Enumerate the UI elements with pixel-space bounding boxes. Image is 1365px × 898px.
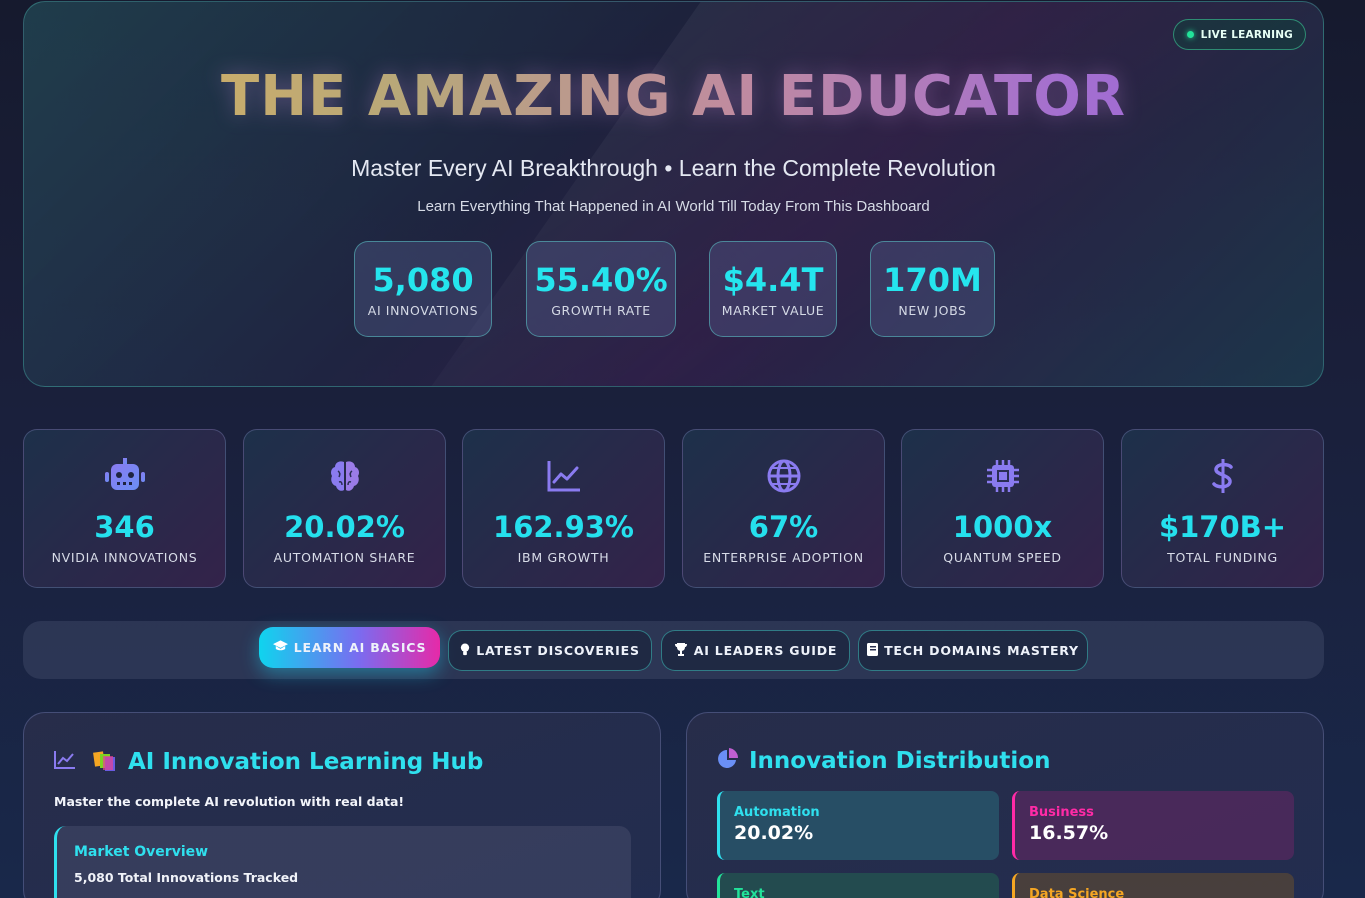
hero-stat-value: 55.40%: [534, 260, 668, 299]
hero-stat-label: MARKET VALUE: [721, 302, 825, 318]
market-overview-heading: Market Overview: [74, 844, 209, 860]
metric-label: QUANTUM SPEED: [943, 550, 1062, 565]
chip-icon: [985, 458, 1021, 494]
trophy-icon: [674, 642, 688, 659]
chart-line-icon: [546, 458, 582, 494]
hero-stat-growth-rate: 55.40% GROWTH RATE: [526, 241, 676, 337]
hero-stat-label: NEW JOBS: [898, 302, 967, 318]
live-badge-label: LIVE LEARNING: [1200, 28, 1293, 41]
live-status-dot-icon: [1186, 31, 1194, 38]
hero-stat-market-value: $4.4T MARKET VALUE: [709, 241, 837, 337]
metric-value: 346: [94, 510, 155, 544]
hero-stat-value: 170M: [883, 260, 982, 299]
distribution-item-data-science[interactable]: Data Science: [1012, 873, 1294, 898]
robot-icon: [103, 458, 147, 494]
hero-stat-value: 5,080: [372, 260, 474, 299]
metric-label: IBM GROWTH: [517, 550, 610, 565]
page-title: THE AMAZING AI EDUCATOR: [24, 64, 1323, 129]
metric-card-enterprise-adoption[interactable]: 67% ENTERPRISE ADOPTION: [682, 429, 885, 588]
tab-label: LEARN AI BASICS: [293, 640, 427, 655]
metric-label: NVIDIA INNOVATIONS: [51, 550, 198, 565]
distribution-item-percent: 20.02%: [734, 822, 814, 844]
globe-icon: [766, 458, 802, 494]
learning-hub-title: AI Innovation Learning Hub: [128, 749, 484, 775]
learning-hub-description: Master the complete AI revolution with r…: [54, 794, 405, 809]
learning-hub-header: AI Innovation Learning Hub: [54, 748, 483, 776]
lightbulb-icon: [460, 642, 470, 659]
hero-banner: LIVE LEARNING THE AMAZING AI EDUCATOR Ma…: [23, 1, 1324, 387]
distribution-item-name: Business: [1029, 805, 1094, 820]
hero-stat-label: AI INNOVATIONS: [367, 302, 479, 318]
hero-stat-innovations: 5,080 AI INNOVATIONS: [354, 241, 492, 337]
tab-ai-leaders-guide[interactable]: AI LEADERS GUIDE: [661, 630, 850, 671]
metric-card-ibm-growth[interactable]: 162.93% IBM GROWTH: [462, 429, 665, 588]
distribution-item-name: Automation: [734, 805, 820, 820]
tab-learn-ai-basics[interactable]: LEARN AI BASICS: [259, 627, 440, 668]
distribution-title: Innovation Distribution: [749, 748, 1051, 774]
learning-hub-panel: AI Innovation Learning Hub Master the co…: [23, 712, 661, 898]
distribution-item-name: Text: [734, 887, 765, 898]
books-icon: [92, 748, 118, 776]
book-icon: [867, 642, 879, 659]
distribution-item-name: Data Science: [1029, 887, 1125, 898]
metric-card-total-funding[interactable]: $170B+ TOTAL FUNDING: [1121, 429, 1324, 588]
market-overview-summary: 5,080 Total Innovations Tracked: [74, 870, 299, 885]
metric-value: 20.02%: [284, 510, 405, 544]
hero-subtitle: Master Every AI Breakthrough • Learn the…: [351, 155, 996, 181]
hero-stat-label: GROWTH RATE: [551, 302, 651, 318]
metric-card-nvidia[interactable]: 346 NVIDIA INNOVATIONS: [23, 429, 226, 588]
dollar-icon: [1205, 458, 1241, 494]
brain-icon: [327, 458, 363, 494]
distribution-item-automation[interactable]: Automation 20.02%: [717, 791, 999, 860]
distribution-item-text[interactable]: Text: [717, 873, 999, 898]
hero-tagline: Learn Everything That Happened in AI Wor…: [417, 198, 930, 215]
distribution-item-business[interactable]: Business 16.57%: [1012, 791, 1294, 860]
tab-label: AI LEADERS GUIDE: [693, 643, 838, 658]
market-overview-card: Market Overview 5,080 Total Innovations …: [54, 826, 631, 898]
metric-label: TOTAL FUNDING: [1167, 550, 1278, 565]
metric-value: $170B+: [1158, 510, 1287, 544]
metric-value: 1000x: [952, 510, 1053, 544]
tab-latest-discoveries[interactable]: LATEST DISCOVERIES: [448, 630, 652, 671]
hero-stats: 5,080 AI INNOVATIONS 55.40% GROWTH RATE …: [24, 241, 1323, 337]
metric-value: 67%: [748, 510, 819, 544]
metric-card-automation[interactable]: 20.02% AUTOMATION SHARE: [243, 429, 446, 588]
metric-label: AUTOMATION SHARE: [273, 550, 416, 565]
distribution-item-percent: 16.57%: [1029, 822, 1109, 844]
hero-stat-new-jobs: 170M NEW JOBS: [870, 241, 995, 337]
graduation-cap-icon: [272, 640, 288, 655]
chart-line-icon: [54, 750, 76, 774]
metric-card-quantum-speed[interactable]: 1000x QUANTUM SPEED: [901, 429, 1104, 588]
live-learning-badge: LIVE LEARNING: [1172, 19, 1306, 50]
tab-label: LATEST DISCOVERIES: [476, 643, 640, 658]
tab-tech-domains-mastery[interactable]: TECH DOMAINS MASTERY: [858, 630, 1088, 671]
section-tab-bar: LEARN AI BASICS LATEST DISCOVERIES AI LE…: [23, 621, 1324, 679]
metric-value: 162.93%: [493, 510, 634, 544]
hero-stat-value: $4.4T: [722, 260, 824, 299]
metric-label: ENTERPRISE ADOPTION: [703, 550, 864, 565]
pie-chart-icon: [717, 748, 739, 774]
tab-label: TECH DOMAINS MASTERY: [884, 643, 1079, 658]
innovation-distribution-panel: Innovation Distribution Automation 20.02…: [686, 712, 1324, 898]
distribution-header: Innovation Distribution: [717, 748, 1050, 774]
